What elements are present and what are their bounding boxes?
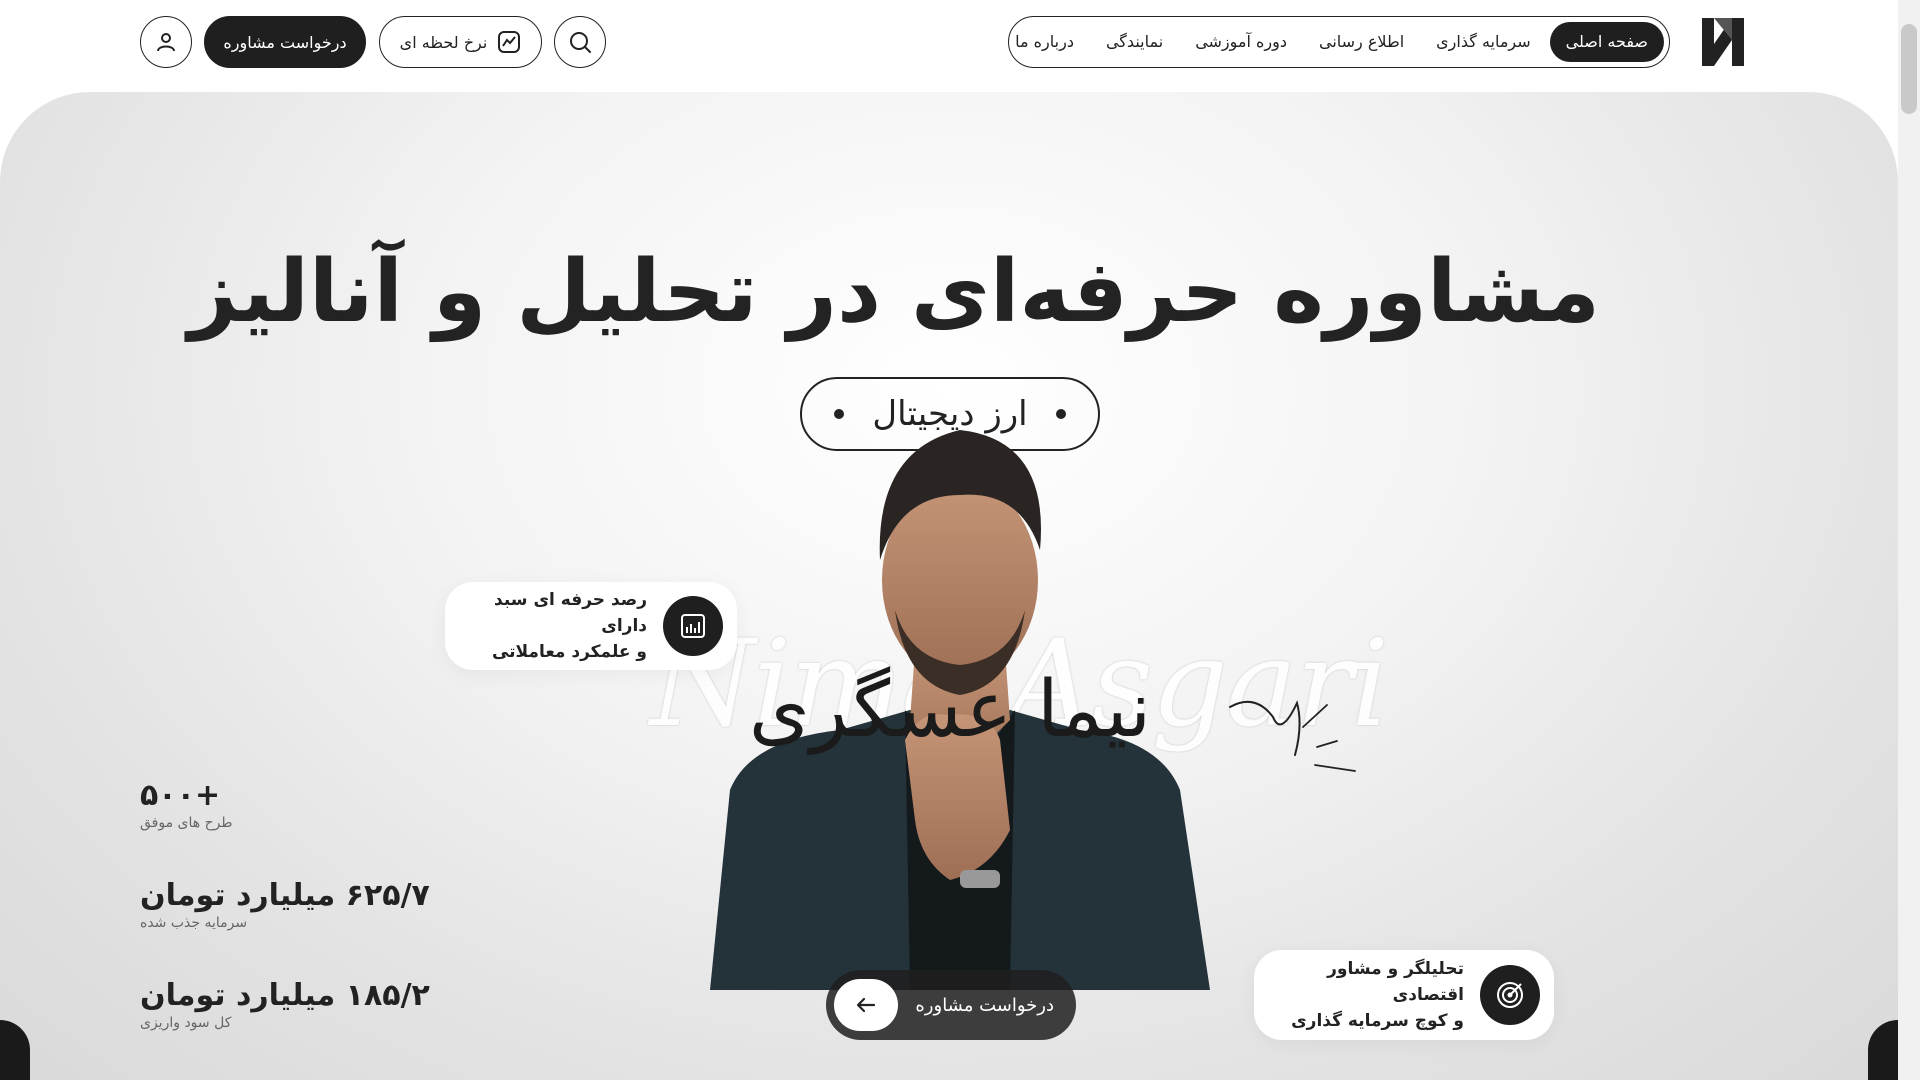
consult-request-label: درخواست مشاوره bbox=[223, 32, 347, 52]
site-header: صفحه اصلی سرمایه گذاری اطلاع رسانی دوره … bbox=[0, 0, 1898, 92]
live-rate-button[interactable]: نرخ لحظه ای bbox=[379, 16, 542, 68]
chart-icon bbox=[498, 31, 521, 53]
analyst-card: تحلیلگر و مشاور اقتصادی و کوچ سرمایه گذا… bbox=[1254, 950, 1554, 1040]
chart-icon bbox=[663, 596, 723, 656]
search-icon bbox=[570, 32, 591, 53]
nav-item-courses[interactable]: دوره آموزشی bbox=[1182, 22, 1300, 62]
stat-label: سرمایه جذب شده bbox=[140, 915, 248, 931]
card-right-line2: و کوچ سرمایه گذاری bbox=[1291, 1011, 1464, 1031]
nav-item-home[interactable]: صفحه اصلی bbox=[1549, 22, 1664, 62]
portfolio-monitor-text: رصد حرفه ای سبد دارای و علمکرد معاملاتی bbox=[459, 587, 647, 665]
card-left-line2: و علمکرد معاملاتی bbox=[491, 642, 647, 662]
consult-request-button[interactable]: درخواست مشاوره bbox=[204, 16, 366, 68]
user-icon bbox=[157, 33, 175, 52]
nav-item-news[interactable]: اطلاع رسانی bbox=[1306, 22, 1417, 62]
hero-corner-left bbox=[0, 1020, 30, 1080]
search-button[interactable] bbox=[554, 16, 606, 68]
stat-value: +۵۰۰ bbox=[140, 778, 221, 813]
stat-capital-raised: ۶۲۵/۷ میلیارد تومان سرمایه جذب شده bbox=[140, 878, 430, 931]
hero-consult-button[interactable]: درخواست مشاوره bbox=[826, 970, 1076, 1040]
portfolio-monitor-card: رصد حرفه ای سبد دارای و علمکرد معاملاتی bbox=[445, 582, 737, 670]
main-nav: صفحه اصلی سرمایه گذاری اطلاع رسانی دوره … bbox=[1008, 16, 1670, 68]
hero-corner-right bbox=[1868, 1020, 1898, 1080]
arrow-left-icon bbox=[834, 979, 898, 1031]
stat-value: ۶۲۵/۷ میلیارد تومان bbox=[140, 878, 430, 913]
hero-title: مشاوره حرفه‌ای در تحلیل و آنالیز bbox=[187, 242, 1600, 342]
nav-item-about[interactable]: درباره ما bbox=[1002, 22, 1087, 62]
scrollbar-thumb[interactable] bbox=[1901, 24, 1917, 114]
stat-value: ۱۸۵/۲ میلیارد تومان bbox=[140, 978, 430, 1013]
logo-icon[interactable] bbox=[1698, 12, 1748, 72]
page-scrollbar[interactable] bbox=[1898, 0, 1920, 1080]
card-right-line1: تحلیلگر و مشاور اقتصادی bbox=[1327, 959, 1464, 1005]
stat-label: کل سود واریزی bbox=[140, 1015, 232, 1031]
nav-item-agency[interactable]: نمایندگی bbox=[1093, 22, 1176, 62]
card-left-line1: رصد حرفه ای سبد دارای bbox=[494, 590, 647, 636]
stat-total-profit: ۱۸۵/۲ میلیارد تومان کل سود واریزی bbox=[140, 978, 430, 1031]
analyst-text: تحلیلگر و مشاور اقتصادی و کوچ سرمایه گذا… bbox=[1268, 956, 1464, 1034]
stat-successful-projects: +۵۰۰ طرح های موفق bbox=[140, 778, 233, 831]
live-rate-label: نرخ لحظه ای bbox=[399, 32, 488, 52]
doodle-decoration bbox=[1229, 700, 1356, 772]
nav-item-investment[interactable]: سرمایه گذاری bbox=[1423, 22, 1544, 62]
target-icon bbox=[1480, 965, 1540, 1025]
stat-label: طرح های موفق bbox=[140, 815, 233, 831]
user-account-button[interactable] bbox=[140, 16, 192, 68]
hero-consult-label: درخواست مشاوره bbox=[915, 994, 1054, 1016]
advisor-name: نیما عسگری bbox=[748, 665, 1152, 755]
